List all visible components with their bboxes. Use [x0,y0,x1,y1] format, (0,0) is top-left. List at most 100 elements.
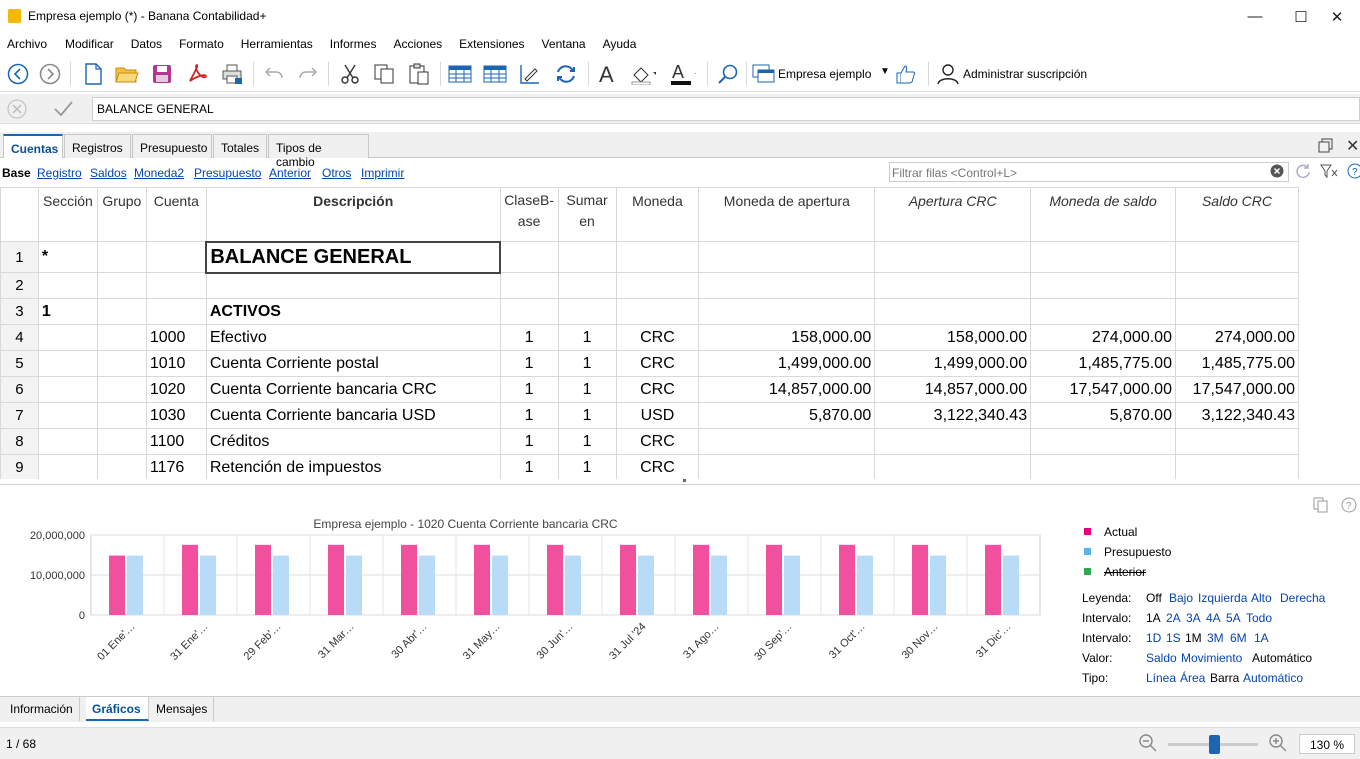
row-number[interactable]: 2 [0,272,39,299]
filter-settings-icon[interactable] [1320,163,1338,182]
tipo-barra[interactable]: Barra [1210,671,1239,685]
tipo-area[interactable]: Área [1180,671,1205,685]
intervalo-5a[interactable]: 5A [1226,611,1241,625]
tab-tipos-de-cambio[interactable]: Tipos de cambio [268,134,369,169]
zoom-slider-thumb[interactable] [1208,735,1220,754]
cell-seccion[interactable] [37,376,98,403]
menu-ventana[interactable]: Ventana [535,34,586,54]
view-imprimir[interactable]: Imprimir [361,166,404,180]
menu-datos[interactable]: Datos [124,34,162,54]
cell-apertura[interactable]: 1,499,000.00 [874,350,1032,377]
user-icon[interactable] [935,61,961,87]
cell-moneda[interactable]: CRC [615,350,700,377]
table-row[interactable]: 6 1020 Cuenta Corriente bancaria CRC 1 1 CRC 1… [0,376,1299,403]
row-number[interactable]: 5 [0,350,39,377]
cell-apertura[interactable]: 3,122,340.43 [874,402,1032,429]
menu-formato[interactable]: Formato [172,34,224,54]
cell-edit-field[interactable]: BALANCE GENERAL [92,97,1360,121]
tipo-linea[interactable]: Línea [1146,671,1176,685]
cell-apertura[interactable] [874,272,1032,299]
col-sumar-en[interactable]: Sumar en [557,187,617,242]
cell-sumar[interactable] [557,298,617,325]
intervalo-2a[interactable]: 2A [1166,611,1181,625]
col-moneda-apertura[interactable]: Moneda de apertura [698,187,876,242]
intervalo-1d[interactable]: 1D [1146,631,1161,645]
cell-moneda[interactable] [615,241,700,273]
menu-ayuda[interactable]: Ayuda [596,34,637,54]
zoom-slider[interactable] [1168,735,1258,754]
zoom-out-icon[interactable] [1138,733,1158,756]
cell-cuenta[interactable]: 1176 [145,454,207,479]
cell-seccion[interactable] [37,350,98,377]
cell-msaldo[interactable] [1030,428,1176,455]
cell-apertura[interactable]: 158,000.00 [874,324,1032,351]
menu-modificar[interactable]: Modificar [58,34,114,54]
menu-archivo[interactable]: Archivo [0,34,47,54]
cell-grupo[interactable] [96,428,147,455]
cell-clase[interactable] [499,272,559,299]
cell-mapertura[interactable]: 158,000.00 [698,324,876,351]
company-icon[interactable] [751,61,777,87]
intervalo-6m[interactable]: 6M [1230,631,1247,645]
menu-extensiones[interactable]: Extensiones [452,34,524,54]
back-icon[interactable] [5,61,31,87]
row-number[interactable]: 6 [0,376,39,403]
cell-clase[interactable]: 1 [499,350,559,377]
table-row[interactable]: 3 1 ACTIVOS [0,298,1299,325]
chevron-down-icon[interactable]: ▼ [880,66,890,77]
chart-help-icon[interactable]: ? [1341,497,1357,516]
cell-grupo[interactable] [96,350,147,377]
forward-icon[interactable] [37,61,63,87]
col-descripcion[interactable]: Descripción [205,187,501,242]
cell-sumar[interactable]: 1 [557,350,617,377]
col-cuenta[interactable]: Cuenta [145,187,207,242]
valor-saldo[interactable]: Saldo [1146,651,1177,665]
cell-cuenta[interactable] [145,298,207,325]
cell-seccion[interactable] [37,272,98,299]
menu-informes[interactable]: Informes [323,34,377,54]
tab-totales[interactable]: Totales [213,134,267,158]
cell-desc[interactable] [205,272,501,299]
help-icon[interactable]: ? [1347,163,1360,179]
pdf-icon[interactable] [184,61,210,87]
undo-icon[interactable] [261,61,287,87]
cell-saldo[interactable]: 274,000.00 [1174,324,1299,351]
cell-cuenta[interactable]: 1020 [145,376,207,403]
menu-herramientas[interactable]: Herramientas [234,34,313,54]
minimize-button[interactable]: — [1232,0,1278,33]
paste-icon[interactable] [406,61,432,87]
redo-icon[interactable] [295,61,321,87]
confirm-icon[interactable] [52,98,74,120]
cancel-icon[interactable] [6,98,28,120]
print-icon[interactable] [219,61,245,87]
zoom-level[interactable]: 130 % [1299,734,1355,754]
cell-clase[interactable] [499,241,559,273]
cell-moneda[interactable]: CRC [615,376,700,403]
table-row[interactable]: 1 * BALANCE GENERAL [0,240,1299,274]
font-icon[interactable]: A [594,61,620,87]
table-row[interactable]: 2 [0,272,1299,299]
thumbs-up-icon[interactable] [893,61,919,87]
table-row[interactable]: 8 1100 Créditos 1 1 CRC [0,428,1299,455]
cell-cuenta[interactable]: 1100 [145,428,207,455]
cell-msaldo[interactable]: 274,000.00 [1030,324,1176,351]
cell-grupo[interactable] [96,241,147,273]
tab-cuentas[interactable]: Cuentas [3,134,63,158]
cut-icon[interactable] [337,61,363,87]
col-clase-base[interactable]: ClaseB-ase [499,187,559,242]
col-saldo-crc[interactable]: Saldo CRC [1174,187,1299,242]
fill-color-icon[interactable] [630,61,656,87]
cell-msaldo[interactable]: 1,485,775.00 [1030,350,1176,377]
table-row[interactable]: 5 1010 Cuenta Corriente postal 1 1 CRC 1,499,0… [0,350,1299,377]
cell-apertura[interactable] [874,298,1032,325]
tab-mensajes[interactable]: Mensajes [150,697,215,721]
cell-msaldo[interactable]: 5,870.00 [1030,402,1176,429]
cell-cuenta[interactable] [145,241,207,273]
cell-moneda[interactable]: CRC [615,454,700,479]
close-button[interactable]: ✕ [1314,0,1360,33]
valor-movimiento[interactable]: Movimiento [1181,651,1242,665]
row-number[interactable]: 1 [0,241,39,273]
view-anterior[interactable]: Anterior [269,166,311,180]
cell-sumar[interactable]: 1 [557,324,617,351]
cell-grupo[interactable] [96,298,147,325]
